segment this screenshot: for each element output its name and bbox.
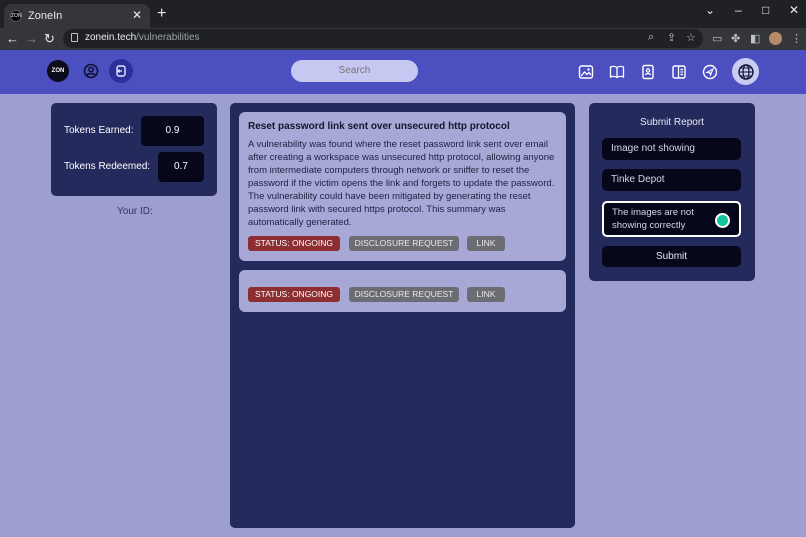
report-description-field[interactable]: The images are not showing correctly [602, 201, 741, 237]
url-path: /vulnerabilities [136, 32, 200, 43]
minimize-icon[interactable]: – [735, 3, 742, 17]
browser-menu-icon[interactable]: ⋮ [791, 32, 802, 45]
new-tab-icon[interactable]: + [157, 5, 166, 23]
logout-icon [116, 65, 126, 77]
link-button[interactable]: LINK [467, 236, 505, 251]
tokens-redeemed-value: 0.7 [158, 152, 204, 182]
vulnerability-card: Reset password link sent over unsecured … [239, 112, 566, 261]
card-title: Reset password link sent over unsecured … [248, 121, 510, 132]
status-badge: STATUS: ONGOING [248, 287, 340, 302]
app-header: ZON [0, 50, 806, 94]
bookmark-star-icon[interactable]: ☆ [686, 31, 696, 44]
document-list-icon[interactable] [671, 64, 687, 80]
maximize-icon[interactable]: □ [762, 3, 769, 17]
side-panel-icon[interactable]: ◧ [750, 32, 760, 45]
back-icon[interactable]: ← [6, 31, 19, 46]
grammar-assistant-icon[interactable] [715, 213, 730, 228]
close-window-icon[interactable]: ✕ [789, 3, 799, 17]
extension-mail-icon[interactable]: ▭ [712, 32, 722, 45]
user-circle-icon [83, 63, 99, 79]
forward-icon[interactable]: → [25, 31, 38, 46]
report-title-field[interactable]: Image not showing [602, 138, 741, 160]
tab-favicon-icon: ZON [10, 10, 22, 22]
book-icon[interactable] [609, 64, 625, 80]
browser-tab-bar: ZON ZoneIn ✕ + ⌄ – □ ✕ [0, 0, 806, 28]
vulnerability-feed: Reset password link sent over unsecured … [230, 103, 575, 528]
url-text: zonein.tech/vulnerabilities [85, 32, 200, 43]
card-summary: A vulnerability was found where the rese… [248, 139, 555, 228]
your-id-label: Your ID: [117, 206, 153, 217]
profile-button[interactable] [81, 61, 101, 81]
contacts-book-icon[interactable] [640, 64, 656, 80]
browser-toolbar: ← → ↻ zonein.tech/vulnerabilities ⌕ ⇪ ☆ … [0, 28, 806, 50]
submit-report-title: Submit Report [640, 117, 704, 128]
zonein-logo[interactable]: ZON [47, 60, 69, 82]
tab-close-icon[interactable]: ✕ [132, 8, 142, 22]
tokens-earned-value: 0.9 [141, 116, 204, 146]
disclosure-request-button[interactable]: DISCLOSURE REQUEST [349, 236, 459, 251]
tokens-earned-label: Tokens Earned: [64, 125, 134, 136]
tab-search-chevron-icon[interactable]: ⌄ [705, 3, 715, 17]
tokens-redeemed-label: Tokens Redeemed: [64, 161, 151, 172]
vulnerability-card: STATUS: ONGOING DISCLOSURE REQUEST LINK [239, 270, 566, 312]
browser-tab[interactable]: ZON ZoneIn ✕ [4, 4, 150, 28]
reload-icon[interactable]: ↻ [44, 31, 55, 47]
zoom-icon[interactable]: ⌕ [648, 31, 654, 44]
status-badge: STATUS: ONGOING [248, 236, 340, 251]
report-description-text: The images are not showing correctly [612, 207, 694, 231]
link-button[interactable]: LINK [467, 287, 505, 302]
globe-icon [737, 63, 754, 80]
submit-button[interactable]: Submit [602, 246, 741, 267]
search-input[interactable] [291, 60, 418, 82]
language-button[interactable] [732, 58, 759, 85]
profile-avatar[interactable] [769, 32, 782, 45]
lock-icon [71, 33, 78, 42]
extensions-puzzle-icon[interactable]: ✤ [731, 32, 740, 45]
logout-button[interactable] [109, 59, 133, 83]
company-field[interactable]: Tinke Depot [602, 169, 741, 191]
send-paper-plane-icon[interactable] [702, 64, 718, 80]
image-gallery-icon[interactable] [578, 64, 594, 80]
share-icon[interactable]: ⇪ [667, 31, 676, 44]
tokens-panel: Tokens Earned: 0.9 Tokens Redeemed: 0.7 [51, 103, 217, 196]
disclosure-request-button[interactable]: DISCLOSURE REQUEST [349, 287, 459, 302]
url-domain: zonein.tech [85, 32, 137, 43]
tab-title: ZoneIn [28, 10, 63, 22]
submit-report-panel: Submit Report Image not showing Tinke De… [589, 103, 755, 281]
address-bar[interactable]: zonein.tech/vulnerabilities ⌕ ⇪ ☆ [63, 29, 703, 48]
